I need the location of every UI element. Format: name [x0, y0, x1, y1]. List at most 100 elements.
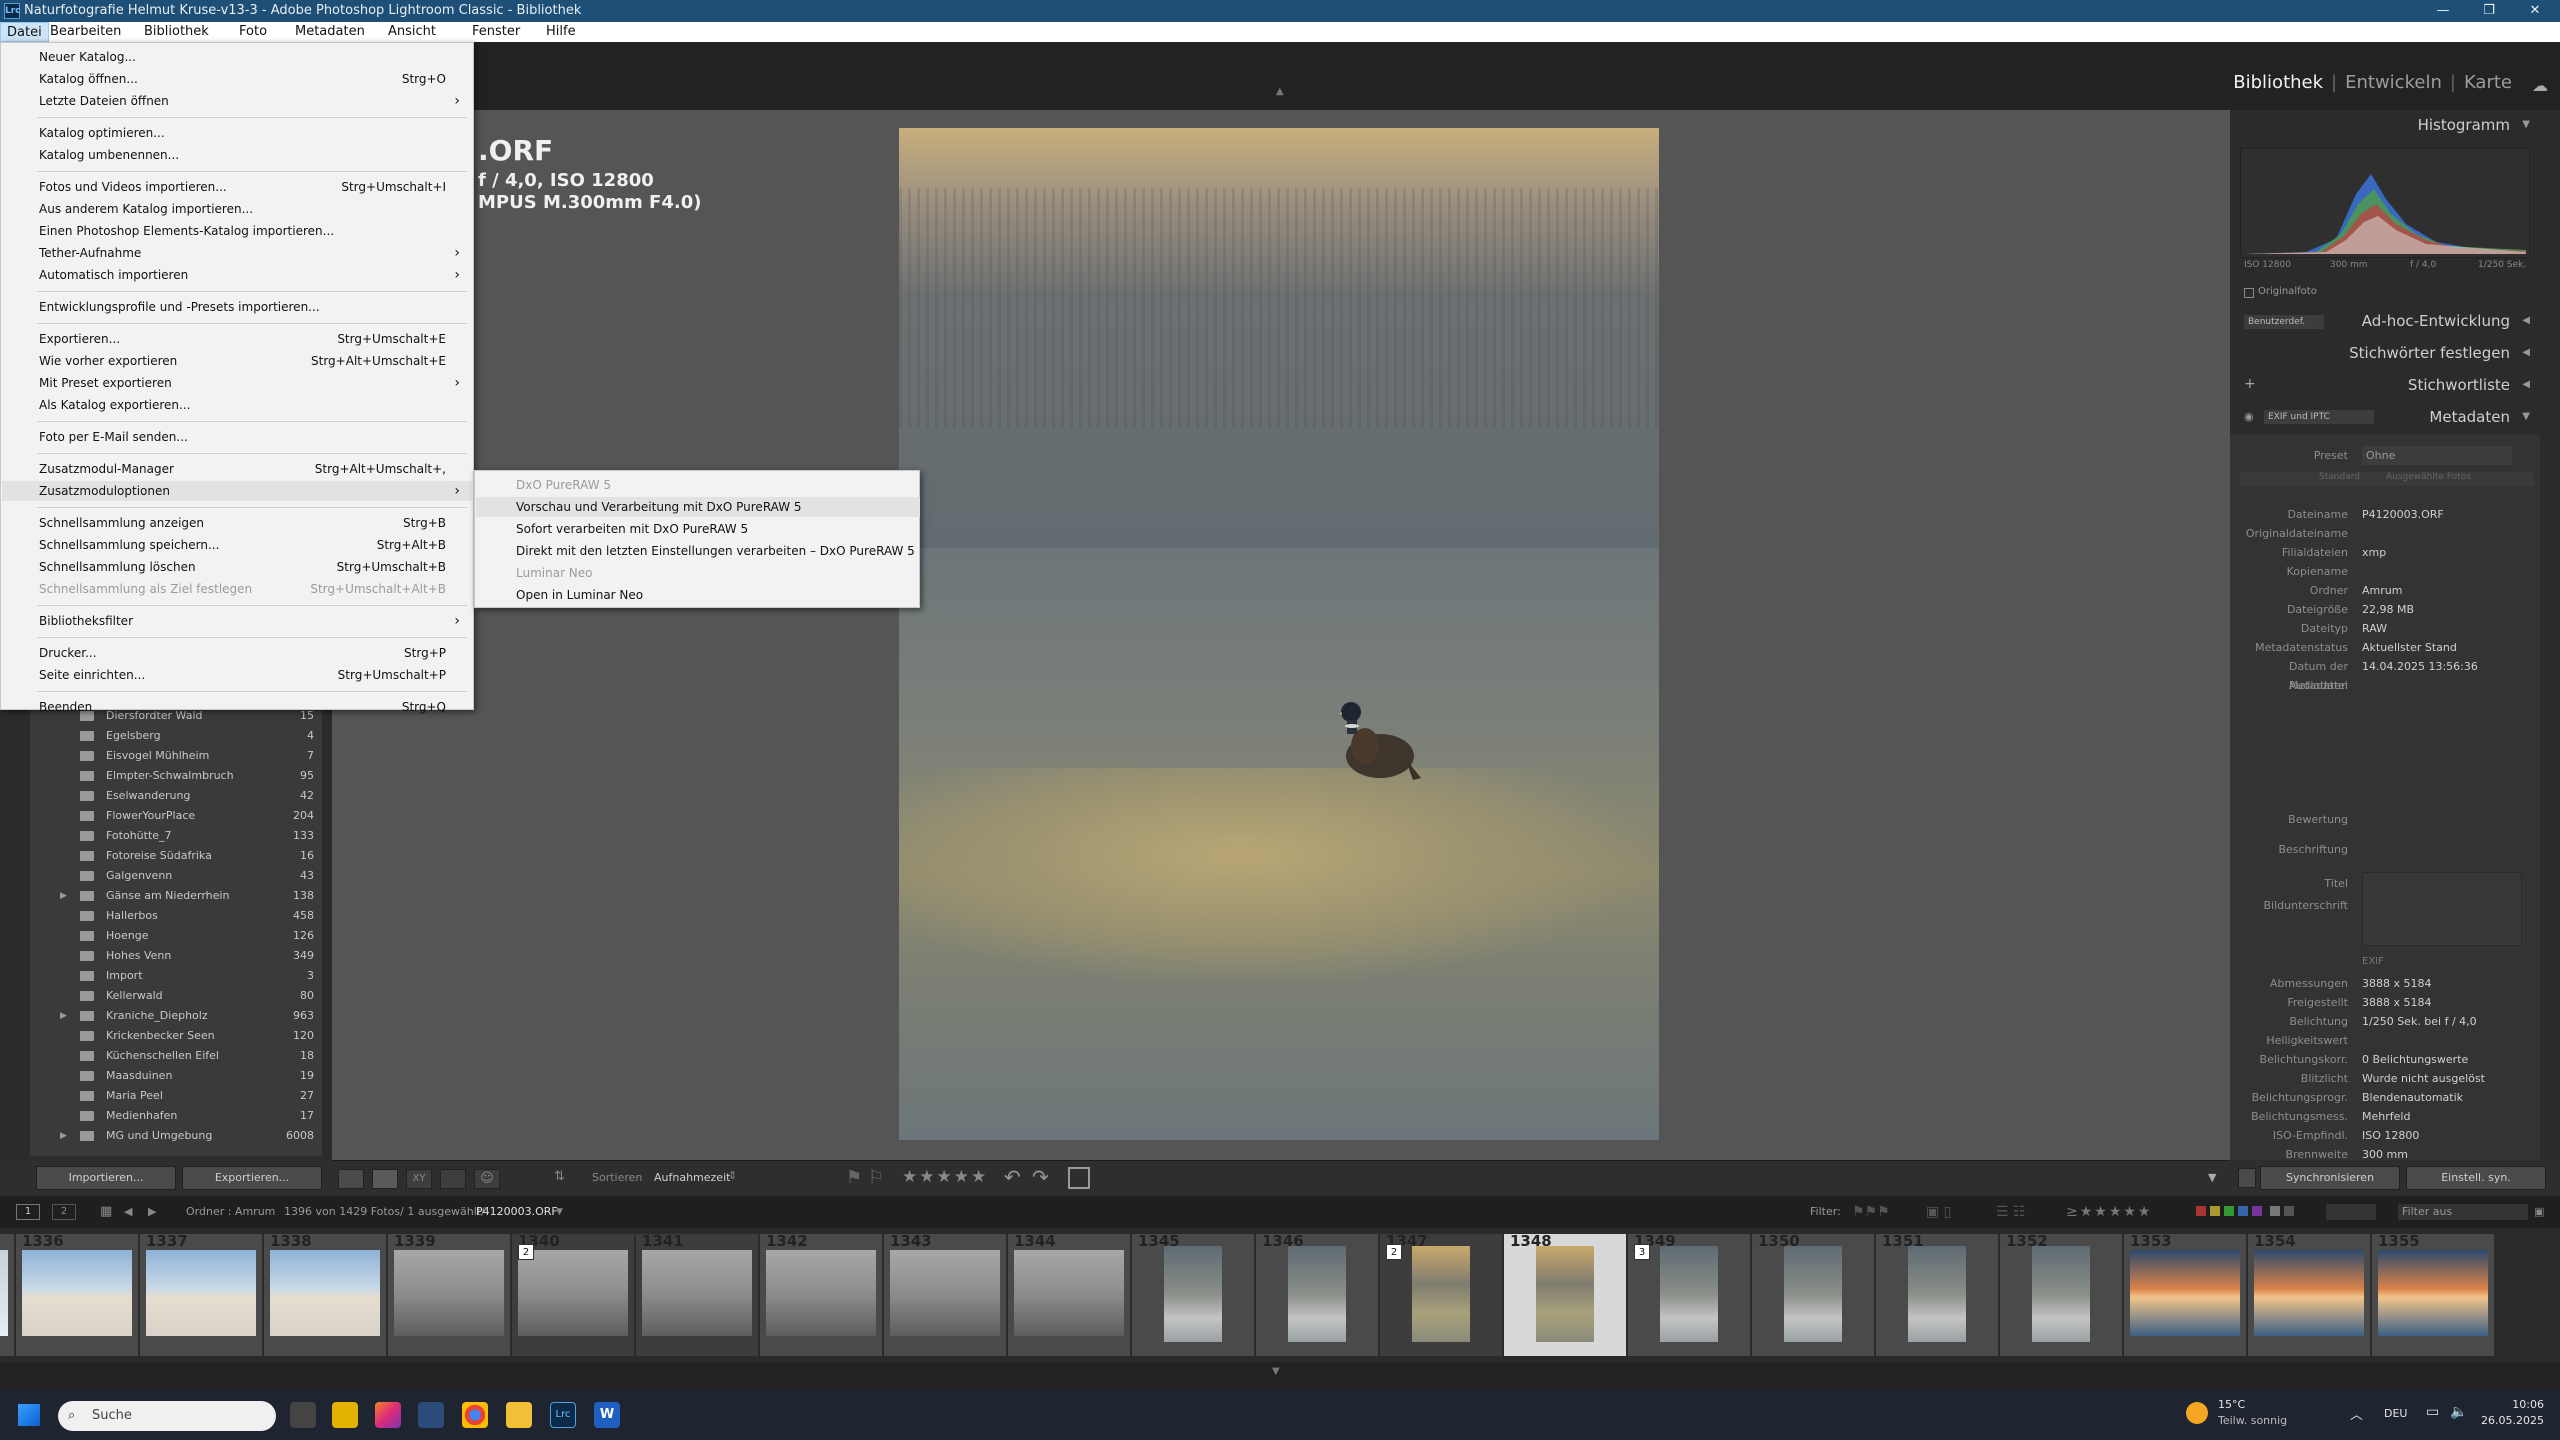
- cloud-sync-icon[interactable]: ☁: [2532, 76, 2548, 95]
- menu-item[interactable]: Schnellsammlung löschen Strg+Umschalt+B: [2, 557, 472, 577]
- submenu-item[interactable]: Open in Luminar Neo: [476, 585, 920, 605]
- folder-row[interactable]: Krickenbecker Seen 120: [30, 1026, 322, 1046]
- metadata-row[interactable]: Kopiename: [2230, 562, 2540, 581]
- menu-item[interactable]: Neuer Katalog...: [2, 47, 472, 67]
- collapse-bottom-panel-icon[interactable]: ▼: [1272, 1366, 1280, 1377]
- filmstrip-cell[interactable]: 1351: [1876, 1232, 1998, 1356]
- menu-bearbeiten[interactable]: Bearbeiten: [44, 22, 127, 42]
- folder-row[interactable]: Fotoreise Südafrika 16: [30, 846, 322, 866]
- folder-row[interactable]: Import 3: [30, 966, 322, 986]
- yellow-label-filter[interactable]: [2210, 1206, 2220, 1216]
- tray-chevron-icon[interactable]: ︿: [2350, 1404, 2363, 1423]
- metadata-row[interactable]: Dateiname P4120003.ORF: [2230, 505, 2540, 524]
- no-label-filter[interactable]: [2284, 1206, 2294, 1216]
- menu-item[interactable]: Bibliotheksfilter ›: [2, 611, 472, 631]
- folder-row[interactable]: Fotohütte_7 133: [30, 826, 322, 846]
- folder-row[interactable]: Küchenschellen Eifel 18: [30, 1046, 322, 1066]
- file-explorer-icon[interactable]: [506, 1402, 532, 1428]
- menu-ansicht[interactable]: Ansicht: [382, 22, 442, 42]
- menu-item[interactable]: Fotos und Videos importieren... Strg+Umsc…: [2, 177, 472, 197]
- main-photo[interactable]: [899, 128, 1659, 1140]
- submenu-item[interactable]: Direkt mit den letzten Einstellungen ver…: [476, 541, 920, 561]
- menu-item[interactable]: Zusatzmodul-Manager Strg+Alt+Umschalt+,: [2, 459, 472, 479]
- stack-count-badge[interactable]: 2: [518, 1244, 534, 1260]
- folder-row[interactable]: Egelsberg 4: [30, 726, 322, 746]
- minimize-icon[interactable]: —: [2420, 0, 2466, 22]
- toolbar-menu-icon[interactable]: ▼: [2208, 1171, 2216, 1184]
- rating-filter-icon[interactable]: ≥★★★★★: [2066, 1196, 2152, 1228]
- folder-row[interactable]: Eselwanderung 42: [30, 786, 322, 806]
- volume-icon[interactable]: 🔈: [2450, 1404, 2467, 1420]
- metadata-row[interactable]: Bewertung: [2230, 810, 2540, 829]
- filmstrip-cell[interactable]: 1339: [388, 1232, 510, 1356]
- menu-item[interactable]: Zusatzmoduloptionen ›: [2, 481, 472, 501]
- sort-chevron-icon[interactable]: ⇕: [728, 1169, 737, 1182]
- lightroom-taskbar-icon[interactable]: Lrc: [550, 1402, 576, 1428]
- filmstrip-cell[interactable]: 1352: [2000, 1232, 2122, 1356]
- filter-preset-select[interactable]: Filter aus: [2398, 1204, 2528, 1220]
- filmstrip-cell[interactable]: 1350: [1752, 1232, 1874, 1356]
- main-window-button[interactable]: 1: [16, 1204, 40, 1220]
- input-language[interactable]: DEU: [2384, 1407, 2407, 1420]
- filmstrip-cell[interactable]: 1340 2: [512, 1232, 634, 1356]
- filmstrip-cell[interactable]: 1337: [140, 1232, 262, 1356]
- menu-item[interactable]: Katalog umbenennen...: [2, 145, 472, 165]
- menu-item[interactable]: Wie vorher exportieren Strg+Alt+Umschalt+…: [2, 351, 472, 371]
- menu-item[interactable]: Katalog öffnen... Strg+O: [2, 69, 472, 89]
- menu-item[interactable]: Letzte Dateien öffnen ›: [2, 91, 472, 111]
- module-map[interactable]: Karte: [2456, 72, 2520, 93]
- menu-item[interactable]: Schnellsammlung als Ziel festlegen Strg+U…: [2, 579, 472, 599]
- sync-toggle-icon[interactable]: [2238, 1168, 2256, 1188]
- rotate-left-icon[interactable]: ↶: [1004, 1165, 1021, 1189]
- edit-filter-icons[interactable]: ☰ ☷: [1996, 1196, 2026, 1228]
- menu-item[interactable]: Foto per E-Mail senden...: [2, 427, 472, 447]
- filmstrip-cell[interactable]: 1354: [2248, 1232, 2370, 1356]
- metadata-row[interactable]: Audiodatei: [2230, 676, 2540, 695]
- task-view-icon[interactable]: [290, 1402, 316, 1428]
- clock-time[interactable]: 10:06: [2484, 1398, 2544, 1411]
- close-icon[interactable]: ✕: [2512, 0, 2558, 22]
- filmstrip-cell[interactable]: 1344: [1008, 1232, 1130, 1356]
- metadata-row[interactable]: Datum der Metadaten 14.04.2025 13:56:36: [2230, 657, 2540, 692]
- source-folder[interactable]: Ordner : Amrum: [186, 1196, 275, 1228]
- menu-item[interactable]: Als Katalog exportieren...: [2, 395, 472, 415]
- filmstrip-cell[interactable]: 1336: [16, 1232, 138, 1356]
- expand-triangle-icon[interactable]: ▶: [60, 1006, 67, 1026]
- chrome-icon[interactable]: [462, 1402, 488, 1428]
- filmstrip-cell[interactable]: 1338: [264, 1232, 386, 1356]
- filmstrip-cell[interactable]: 1346: [1256, 1232, 1378, 1356]
- grid-icon[interactable]: ▦: [100, 1196, 112, 1228]
- metadata-row[interactable]: Metadatenstatus Aktuellster Stand: [2230, 638, 2540, 657]
- mail-icon[interactable]: [418, 1402, 444, 1428]
- menu-item[interactable]: Katalog optimieren...: [2, 123, 472, 143]
- menu-metadaten[interactable]: Metadaten: [289, 22, 371, 42]
- word-icon[interactable]: W: [594, 1402, 620, 1428]
- sticky-notes-icon[interactable]: [332, 1402, 358, 1428]
- sort-direction-icon[interactable]: ⇅: [554, 1169, 565, 1184]
- star-rating[interactable]: ★★★★★: [902, 1167, 988, 1187]
- filmstrip-cell[interactable]: 1343: [884, 1232, 1006, 1356]
- folder-row[interactable]: ▶ Gänse am Niederrhein 138: [30, 886, 322, 906]
- people-view-icon[interactable]: ☺: [474, 1169, 500, 1189]
- filter-switch-icon[interactable]: ▣: [2534, 1196, 2544, 1228]
- menu-fenster[interactable]: Fenster: [466, 22, 526, 42]
- module-library[interactable]: Bibliothek: [2225, 72, 2331, 93]
- import-button[interactable]: Importieren...: [36, 1166, 176, 1190]
- folder-row[interactable]: Hohes Venn 349: [30, 946, 322, 966]
- flag-filter-icons[interactable]: ⚑⚑⚑: [1852, 1196, 1890, 1228]
- filmstrip-cell[interactable]: 1345: [1132, 1232, 1254, 1356]
- compare-view-icon[interactable]: XY: [406, 1169, 432, 1189]
- filmstrip-cell[interactable]: 1341: [636, 1232, 758, 1356]
- menu-item[interactable]: Seite einrichten... Strg+Umschalt+P: [2, 665, 472, 685]
- module-develop[interactable]: Entwickeln: [2337, 72, 2450, 93]
- survey-view-icon[interactable]: [440, 1169, 466, 1189]
- folder-row[interactable]: ▶ Kraniche_Diepholz 963: [30, 1006, 322, 1026]
- metadata-row[interactable]: Dateigröße 22,98 MB: [2230, 600, 2540, 619]
- folder-row[interactable]: Eisvogel Mühlheim 7: [30, 746, 322, 766]
- expand-triangle-icon[interactable]: ▶: [60, 1126, 67, 1146]
- collapse-top-panel-icon[interactable]: ▲: [1276, 86, 1284, 97]
- folder-row[interactable]: Elmpter-Schwalmbruch 95: [30, 766, 322, 786]
- windows-start-icon[interactable]: [18, 1404, 40, 1426]
- expand-triangle-icon[interactable]: ▶: [60, 886, 67, 906]
- rotate-right-icon[interactable]: ↷: [1032, 1165, 1049, 1189]
